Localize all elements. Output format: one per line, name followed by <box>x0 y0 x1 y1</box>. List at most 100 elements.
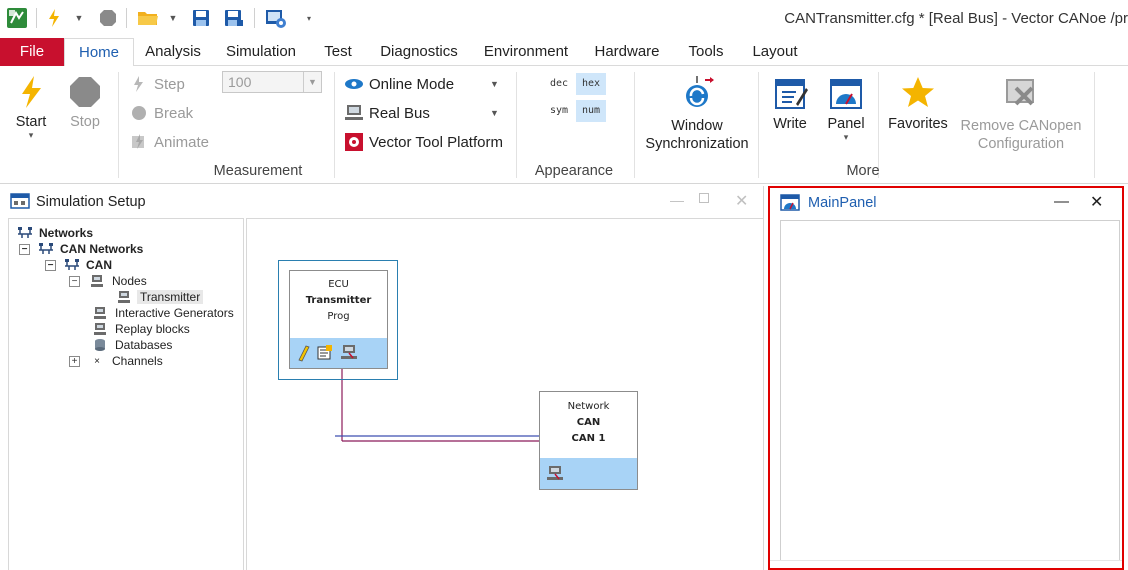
tab-tools[interactable]: Tools <box>682 38 730 66</box>
real-bus-button[interactable]: Real Bus <box>344 102 430 124</box>
tab-diagnostics[interactable]: Diagnostics <box>376 38 462 66</box>
project-settings-icon[interactable] <box>264 7 288 29</box>
tree-item-replay-blocks[interactable]: Replay blocks <box>93 321 190 337</box>
tree-channels-label: Channels <box>112 354 163 368</box>
real-bus-dropdown-icon[interactable]: ▼ <box>490 102 499 124</box>
collapse-icon[interactable]: − <box>19 243 30 255</box>
tree-item-interactive-generators[interactable]: Interactive Generators <box>93 305 234 321</box>
tab-hardware[interactable]: Hardware <box>588 38 666 66</box>
open-dropdown-icon[interactable]: ▼ <box>166 7 180 29</box>
network-node-icon[interactable] <box>546 465 564 483</box>
node-bus-icon[interactable] <box>340 344 358 362</box>
stop-icon <box>70 77 100 107</box>
program-file-icon[interactable] <box>316 344 334 362</box>
window-title: CANTransmitter.cfg * [Real Bus] - Vector… <box>784 10 1128 27</box>
start-label: Start <box>15 114 47 130</box>
stop-button[interactable]: Stop <box>62 74 108 130</box>
tree-item-databases[interactable]: Databases <box>93 337 172 353</box>
tree-replay-blocks-label: Replay blocks <box>115 322 190 336</box>
collapse-icon[interactable]: − <box>45 259 56 271</box>
step-count-combo[interactable]: 100 ▼ <box>222 71 322 93</box>
write-button[interactable]: Write <box>766 74 814 132</box>
start-dropdown-icon[interactable]: ▾ <box>8 130 54 141</box>
step-icon <box>134 76 143 92</box>
tree-item-channels[interactable]: + × Channels <box>69 353 163 369</box>
tree-item-transmitter[interactable]: Transmitter <box>117 289 204 305</box>
channels-icon: × <box>94 355 100 367</box>
close-icon[interactable]: ✕ <box>1090 192 1103 212</box>
minimize-icon[interactable]: — <box>670 192 684 208</box>
close-icon[interactable]: ✕ <box>735 191 748 211</box>
main-panel-canvas[interactable] <box>780 220 1120 562</box>
tab-home[interactable]: Home <box>64 38 134 67</box>
window-synchronization-button[interactable]: Window Synchronization <box>642 74 752 153</box>
expand-icon[interactable]: + <box>69 355 80 367</box>
dec-toggle[interactable]: dec <box>544 73 574 95</box>
title-bar: ▼ ▼ ▾ CANTransmitter.cfg * [Real Bus] - … <box>0 0 1128 38</box>
start-button[interactable]: Start ▾ <box>8 74 54 141</box>
tab-file[interactable]: File <box>0 38 64 66</box>
tab-simulation[interactable]: Simulation <box>222 38 300 66</box>
animate-button[interactable]: Animate <box>130 131 209 153</box>
stop-icon[interactable] <box>98 7 118 29</box>
vector-tool-platform-button[interactable]: Vector Tool Platform <box>344 131 503 153</box>
remove-canopen-icon <box>1006 79 1034 106</box>
save-as-icon[interactable] <box>222 7 246 29</box>
networks-icon <box>18 227 32 238</box>
panel-button[interactable]: Panel ▾ <box>822 74 870 143</box>
maximize-icon[interactable] <box>699 193 709 203</box>
tab-environment[interactable]: Environment <box>478 38 574 66</box>
tab-layout[interactable]: Layout <box>746 38 804 66</box>
canoe-app-icon[interactable] <box>6 7 28 29</box>
panel-label: Panel <box>827 116 865 132</box>
break-icon <box>132 106 146 120</box>
tree-databases-label: Databases <box>115 338 173 352</box>
simulation-diagram: ECU Transmitter Prog Network CAN CAN 1 <box>246 218 764 570</box>
simulation-setup-window: Simulation Setup — ✕ Networks − CAN Netw… <box>0 186 764 570</box>
tree-item-can-networks[interactable]: − CAN Networks <box>19 241 143 257</box>
main-panel-statusbar <box>770 560 1122 568</box>
remove-canopen-label-1: Remove CANopen <box>960 118 1082 134</box>
real-bus-icon <box>345 105 363 120</box>
simulation-setup-title: Simulation Setup <box>36 194 146 210</box>
sym-toggle[interactable]: sym <box>544 100 574 122</box>
customize-qat-icon[interactable]: ▾ <box>302 7 316 29</box>
hex-toggle[interactable]: hex <box>576 73 606 95</box>
online-mode-dropdown-icon[interactable]: ▼ <box>490 73 499 95</box>
step-button[interactable]: Step <box>130 73 185 95</box>
start-dropdown-icon[interactable]: ▼ <box>72 7 86 29</box>
chevron-down-icon[interactable]: ▼ <box>303 72 321 92</box>
tree-item-networks[interactable]: Networks <box>17 225 93 241</box>
database-icon <box>95 339 105 351</box>
favorites-button[interactable]: Favorites <box>884 74 952 132</box>
tree-nodes-label: Nodes <box>112 274 147 288</box>
online-mode-label: Online Mode <box>369 75 455 93</box>
animate-icon <box>132 134 144 149</box>
tree-item-nodes[interactable]: − Nodes <box>69 273 147 289</box>
pencil-icon[interactable] <box>296 344 310 362</box>
window-sync-label-2: Synchronization <box>645 136 749 152</box>
simulation-tree: Networks − CAN Networks − CAN − Nodes Tr… <box>8 218 244 570</box>
minimize-icon[interactable]: — <box>1054 193 1069 210</box>
tab-analysis[interactable]: Analysis <box>140 38 206 66</box>
online-mode-button[interactable]: Online Mode <box>344 73 454 95</box>
tree-item-can[interactable]: − CAN <box>45 257 112 273</box>
save-icon[interactable] <box>190 7 212 29</box>
tree-can-networks-label: CAN Networks <box>60 242 144 256</box>
open-folder-icon[interactable] <box>136 7 160 29</box>
ribbon-home: Start ▾ Stop Step Break Animate 100 ▼ On… <box>0 66 1128 184</box>
break-button[interactable]: Break <box>130 102 193 124</box>
network-can-block[interactable]: Network CAN CAN 1 <box>539 391 638 490</box>
num-toggle[interactable]: num <box>576 100 606 122</box>
remove-canopen-label-2: Configuration <box>977 136 1065 152</box>
remove-canopen-configuration-button[interactable]: Remove CANopen Configuration <box>958 74 1084 153</box>
collapse-icon[interactable]: − <box>69 275 80 287</box>
network-block-channel: CAN 1 <box>571 433 606 444</box>
replay-block-icon <box>94 323 106 335</box>
step-count-value: 100 <box>228 74 252 90</box>
panel-dropdown-icon[interactable]: ▾ <box>822 132 870 143</box>
ecu-transmitter-block[interactable]: ECU Transmitter Prog <box>289 270 388 369</box>
tab-test[interactable]: Test <box>316 38 360 66</box>
start-lightning-icon[interactable] <box>44 7 64 29</box>
write-label: Write <box>773 116 807 132</box>
